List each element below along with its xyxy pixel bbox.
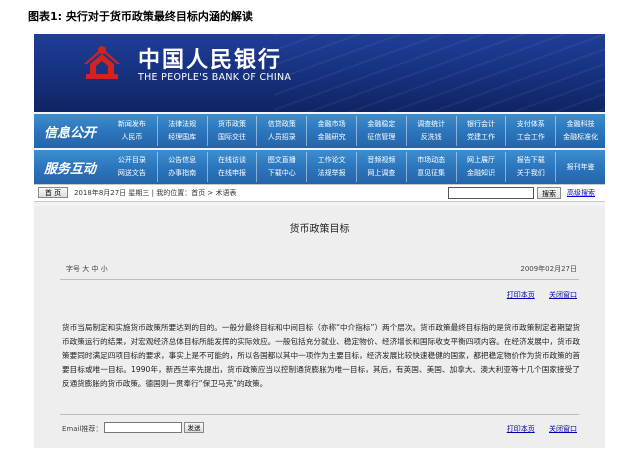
- font-size-selector[interactable]: 字号 大 中 小: [66, 264, 108, 274]
- nav-link[interactable]: 工作论文: [307, 154, 356, 167]
- nav-cell: 音频视频 网上调查: [355, 152, 406, 182]
- nav-link[interactable]: 网上调查: [357, 167, 406, 180]
- divider: [60, 414, 579, 415]
- print-page-link[interactable]: 打印本页: [507, 425, 535, 433]
- article-body: 货币当局制定和实施货币政策所要达到的目的。一般分最终目标和中间目标（亦称“中介指…: [62, 323, 580, 388]
- nav-link[interactable]: 反洗钱: [407, 131, 456, 144]
- nav-link[interactable]: 人员招录: [257, 131, 306, 144]
- nav-link[interactable]: 下载中心: [257, 167, 306, 180]
- nav-cell: 工作论文 法规举报: [306, 152, 356, 182]
- nav-cell: 金融稳定 征信管理: [355, 116, 406, 146]
- home-button[interactable]: 首 页: [38, 187, 68, 198]
- nav-cell: 法律法规 经理国库: [156, 116, 207, 146]
- nav-cell: 报刊年鉴: [555, 152, 605, 182]
- breadcrumb-bar: 首 页 2018年8月27日 星期三 | 我的位置：首页 > 术语表 搜索 高级…: [34, 184, 605, 202]
- search-input[interactable]: [448, 187, 534, 199]
- nav-cell: 网上展厅 金融知识: [455, 152, 506, 182]
- pboc-emblem-icon: [84, 46, 120, 79]
- nav-link[interactable]: 国际交往: [208, 131, 257, 144]
- figure-caption: 图表1: 央行对于货币政策最终目标内涵的解读: [28, 10, 253, 23]
- nav-link[interactable]: 人民币: [107, 131, 157, 144]
- nav-cell: 图文直播 下载中心: [256, 152, 306, 182]
- nav-cell: 市场动态 意见征集: [405, 152, 456, 182]
- advanced-search-link[interactable]: 高级搜索: [567, 188, 595, 198]
- nav-link[interactable]: 公告信息: [158, 154, 207, 167]
- nav-cell: 公开目录 网送文告: [107, 152, 157, 182]
- nav-link[interactable]: 办事指南: [158, 167, 207, 180]
- nav-cell: 报告下载 关于我们: [505, 152, 555, 182]
- nav-link[interactable]: 报刊年鉴: [556, 161, 605, 174]
- nav-cell: 银行会计 党建工作: [455, 116, 506, 146]
- nav-cell: 货币政策 国际交往: [206, 116, 257, 146]
- bank-name-chinese: 中国人民银行: [138, 48, 283, 73]
- nav-cell: 公告信息 办事指南: [156, 152, 207, 182]
- nav-link[interactable]: 经理国库: [158, 131, 207, 144]
- send-button[interactable]: 发送: [184, 422, 204, 433]
- nav-heading: 服务互动: [44, 162, 97, 177]
- nav-heading: 信息公开: [44, 126, 97, 141]
- nav-items: 新闻发布 人民币 法律法规 经理国库 货币政策 国际交往 信贷政策 人员招录 金融市场金…: [107, 116, 605, 146]
- nav-link[interactable]: 党建工作: [457, 131, 506, 144]
- pboc-webpage: 中国人民银行 THE PEOPLE'S BANK OF CHINA 信息公开 新…: [34, 34, 605, 448]
- nav-link[interactable]: 在线申报: [208, 167, 257, 180]
- nav-cell: 在线访谈 在线申报: [206, 152, 257, 182]
- email-field[interactable]: [104, 422, 182, 433]
- article-title: 货币政策目标: [289, 224, 350, 235]
- nav-link[interactable]: 法规举报: [307, 167, 356, 180]
- breadcrumb: 2018年8月27日 星期三 | 我的位置：首页 > 术语表: [74, 189, 237, 197]
- nav-cell: 调查统计 反洗钱: [405, 116, 456, 146]
- close-window-link[interactable]: 关闭窗口: [549, 425, 577, 433]
- bank-name-english: THE PEOPLE'S BANK OF CHINA: [138, 72, 292, 83]
- nav-link[interactable]: 征信管理: [357, 131, 406, 144]
- nav-link[interactable]: 新闻发布: [107, 118, 157, 131]
- nav-link[interactable]: 网上展厅: [457, 154, 506, 167]
- nav-cell: 支付体系 工会工作: [505, 116, 555, 146]
- search-button[interactable]: 搜索: [537, 187, 561, 199]
- nav-link[interactable]: 市场动态: [407, 154, 456, 167]
- nav-row-info-disclosure: 信息公开 新闻发布 人民币 法律法规 经理国库 货币政策 国际交往 信贷政策 人员招录 …: [34, 114, 605, 148]
- nav-items: 公开目录 网送文告 公告信息 办事指南 在线访谈 在线申报 图文直播 下载中心 工作论文…: [107, 152, 605, 182]
- nav-link[interactable]: 金融标准化: [556, 131, 605, 144]
- print-page-link[interactable]: 打印本页: [507, 291, 535, 299]
- nav-link[interactable]: 关于我们: [506, 167, 555, 180]
- nav-link[interactable]: 金融知识: [457, 167, 506, 180]
- site-header: 中国人民银行 THE PEOPLE'S BANK OF CHINA: [34, 34, 605, 112]
- nav-link[interactable]: 金融科技: [556, 118, 605, 131]
- nav-link[interactable]: 金融市场: [307, 118, 356, 131]
- article-tools-top: 打印本页 关闭窗口: [495, 290, 577, 300]
- nav-link[interactable]: 法律法规: [158, 118, 207, 131]
- nav-link[interactable]: 报告下载: [506, 154, 555, 167]
- nav-link[interactable]: 调查统计: [407, 118, 456, 131]
- article-panel: 货币政策目标 字号 大 中 小 2009年02月27日 打印本页 关闭窗口 货币…: [34, 206, 605, 448]
- nav-link[interactable]: 金融研究: [307, 131, 356, 144]
- close-window-link[interactable]: 关闭窗口: [549, 291, 577, 299]
- header-decoration: [275, 34, 605, 112]
- nav-link[interactable]: 支付体系: [506, 118, 555, 131]
- nav-link[interactable]: 图文直播: [257, 154, 306, 167]
- nav-link[interactable]: 货币政策: [208, 118, 257, 131]
- nav-link[interactable]: 工会工作: [506, 131, 555, 144]
- email-recommend-label: Email推荐：: [62, 425, 103, 433]
- nav-cell: 新闻发布 人民币: [107, 116, 157, 146]
- nav-link[interactable]: 公开目录: [107, 154, 157, 167]
- nav-link[interactable]: 信贷政策: [257, 118, 306, 131]
- publish-date: 2009年02月27日: [520, 265, 577, 273]
- nav-link[interactable]: 在线访谈: [208, 154, 257, 167]
- nav-link[interactable]: 银行会计: [457, 118, 506, 131]
- nav-cell: 金融市场 金融研究: [306, 116, 356, 146]
- nav-link[interactable]: 音频视频: [357, 154, 406, 167]
- nav-link[interactable]: 网送文告: [107, 167, 157, 180]
- nav-cell: 金融科技 金融标准化: [555, 116, 605, 146]
- nav-row-service-interaction: 服务互动 公开目录 网送文告 公告信息 办事指南 在线访谈 在线申报 图文直播 下载中心…: [34, 150, 605, 184]
- nav-cell: 信贷政策 人员招录: [256, 116, 306, 146]
- divider: [60, 279, 579, 280]
- article-tools-bottom: 打印本页 关闭窗口: [495, 424, 577, 434]
- nav-link[interactable]: 金融稳定: [357, 118, 406, 131]
- nav-link[interactable]: 意见征集: [407, 167, 456, 180]
